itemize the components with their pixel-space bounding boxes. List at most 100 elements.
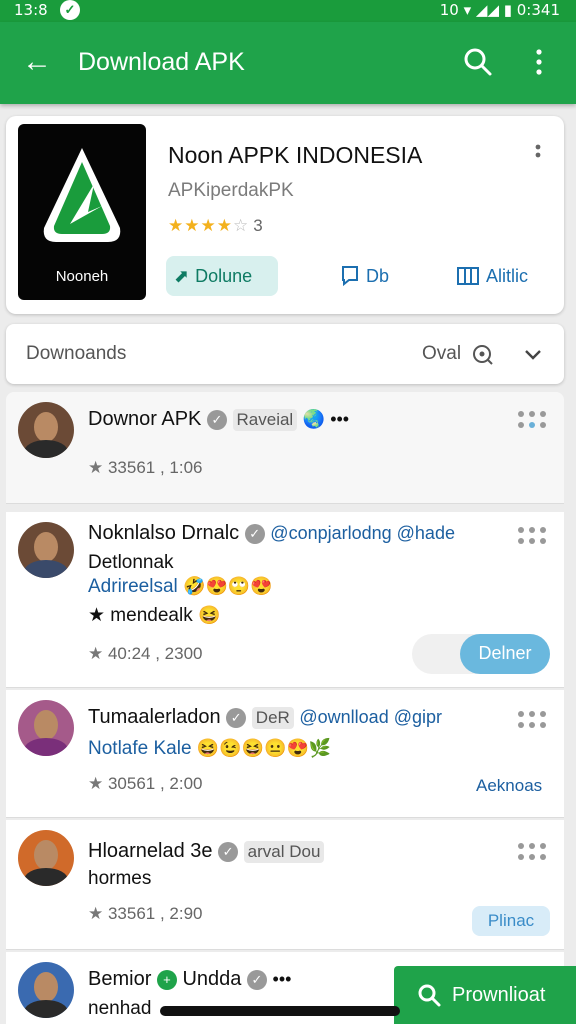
avatar: [18, 700, 74, 756]
item-title: Noknlalso Drnalc ✓ @conpjarlodng @hade: [88, 522, 455, 545]
side-link[interactable]: Aeknoas: [476, 776, 542, 796]
star-icon: ★: [88, 904, 108, 923]
star-icon: ★: [88, 774, 108, 793]
item-meta-text: 33561 , 1:06: [107, 458, 203, 477]
grid-dots-icon[interactable]: [516, 410, 548, 430]
item-title: Hloarnelad 3e ✓ arval Dou: [88, 840, 325, 863]
rating-count: 3: [253, 216, 263, 235]
list-item[interactable]: Noknlalso Drnalc ✓ @conpjarlodng @hade D…: [6, 512, 564, 688]
item-title: Downor APK ✓ Raveial 🌏 •••: [88, 408, 349, 431]
chart-trend-icon: ⬈: [174, 265, 190, 286]
avatar: [18, 830, 74, 886]
app-card: Nooneh Noon APPK INDONESIA APKiperdakPK …: [6, 116, 564, 314]
app-bar: ← Download APK: [0, 22, 576, 104]
status-bar: 13:8 ✓ 10 ▾ ◢◢ ▮ 0:341: [0, 0, 576, 22]
download-fab[interactable]: Prownlioat: [394, 966, 576, 1024]
download-button[interactable]: Db: [340, 256, 389, 296]
star-icon: ★★★: [168, 216, 217, 235]
verified-icon: ✓: [246, 969, 267, 990]
item-line: ★ mendealk 😆: [88, 604, 220, 627]
item-name: Downor APK: [88, 408, 202, 430]
item-meta-text: 33561 , 2:90: [107, 904, 203, 923]
grid-dots-icon[interactable]: [516, 842, 548, 862]
item-tag: DeR: [251, 707, 294, 729]
item-meta: ★ 33561 , 1:06: [88, 458, 203, 478]
item-title: Tumaalerladon ✓ DeR @ownlload @gipr: [88, 706, 442, 729]
app-logo: Nooneh: [18, 124, 146, 300]
install-button[interactable]: ⬈ Dolune: [166, 256, 278, 296]
comment-icon: [342, 266, 358, 287]
article-label: Alitlic: [486, 265, 529, 286]
item-link[interactable]: @ownlload @gipr: [299, 707, 442, 727]
item-emoji: •••: [272, 969, 292, 989]
avatar: [18, 522, 74, 578]
list-item[interactable]: Hloarnelad 3e ✓ arval Dou hormes ★ 33561…: [6, 820, 564, 950]
app-logo-icon: [43, 148, 121, 242]
action-button[interactable]: Plinac: [472, 906, 550, 936]
item-emoji: 🌏 •••: [302, 409, 350, 429]
fab-label: Prownlioat: [452, 983, 546, 1006]
item-link[interactable]: @conpjarlodng @hade: [270, 523, 455, 543]
plus-icon: +: [156, 969, 177, 990]
page-title: Download APK: [78, 48, 245, 76]
list-item[interactable]: Downor APK ✓ Raveial 🌏 ••• ★ 33561 , 1:0…: [6, 392, 564, 504]
status-time: 13:8: [14, 1, 48, 19]
search-sort-icon[interactable]: [470, 342, 494, 366]
item-emoji: 😆😉😆😐😍🌿: [196, 738, 332, 758]
item-meta: ★ 30561 , 2:00: [88, 774, 203, 794]
item-line-text: Notlafe Kale: [88, 738, 192, 759]
item-meta: ★ 33561 , 2:90: [88, 904, 203, 924]
avatar: [18, 402, 74, 458]
item-line: hormes: [88, 868, 152, 889]
article-button[interactable]: Alitlic: [456, 256, 528, 296]
item-name: Tumaalerladon: [88, 706, 221, 728]
book-icon: [457, 267, 479, 285]
app-logo-text: Nooneh: [55, 268, 109, 285]
check-icon: ✓: [60, 0, 80, 20]
item-line: Detlonnak: [88, 552, 174, 573]
item-line-text: Adrireelsal: [88, 576, 178, 597]
item-name: Hloarnelad 3e: [88, 840, 213, 862]
status-icons: 10 ▾ ◢◢ ▮ 0:341: [439, 1, 560, 19]
filter-bar[interactable]: Downoands Oval: [6, 324, 564, 384]
app-more-icon[interactable]: [530, 142, 546, 168]
item-line: nenhad: [88, 998, 152, 1019]
item-line-text: ★ mendealk: [88, 605, 193, 626]
item-meta: ★ 40:24 , 2300: [88, 644, 203, 664]
avatar: [18, 962, 74, 1018]
item-tag: arval Dou: [243, 841, 325, 863]
half-star-icon: ★: [216, 216, 233, 235]
item-line-blue: Notlafe Kale 😆😉😆😐😍🌿: [88, 738, 331, 760]
filter-label: Downoands: [26, 343, 127, 364]
install-label: Dolune: [195, 265, 253, 286]
home-indicator[interactable]: [160, 1006, 400, 1016]
item-line-blue: Adrireelsal 🤣😍🙄😍: [88, 576, 273, 598]
back-arrow-icon[interactable]: ←: [22, 44, 52, 80]
list-item[interactable]: Tumaalerladon ✓ DeR @ownlload @gipr Notl…: [6, 690, 564, 818]
star-icon: ★: [88, 458, 108, 477]
verified-icon: ✓: [226, 707, 247, 728]
item-meta-text: 30561 , 2:00: [107, 774, 203, 793]
verified-icon: ✓: [206, 409, 227, 430]
grid-dots-icon[interactable]: [516, 710, 548, 730]
item-meta-text: 40:24 , 2300: [107, 644, 203, 663]
empty-star-icon: ☆: [232, 216, 250, 235]
search-icon[interactable]: [460, 44, 496, 80]
sort-label[interactable]: Oval: [422, 343, 461, 365]
more-vert-icon[interactable]: [528, 44, 550, 80]
verified-icon: ✓: [244, 523, 265, 544]
item-name: Noknlalso Drnalc: [88, 522, 240, 544]
chevron-down-icon[interactable]: [522, 342, 544, 366]
app-subtitle: APKiperdakPK: [168, 180, 294, 201]
item-emoji: 😆: [197, 605, 221, 625]
item-title: Bemior + Undda ✓ •••: [88, 968, 291, 991]
item-name: Bemior: [88, 968, 152, 990]
grid-dots-icon[interactable]: [516, 526, 548, 546]
search-icon: [418, 984, 441, 1007]
rating-stars: ★★★★☆ 3: [168, 216, 263, 236]
item-name-second: Undda: [182, 968, 242, 990]
star-icon: ★: [88, 644, 108, 663]
download-label: Db: [366, 265, 390, 286]
app-name: Noon APPK INDONESIA: [168, 142, 423, 168]
delete-button[interactable]: Delner: [460, 634, 550, 674]
